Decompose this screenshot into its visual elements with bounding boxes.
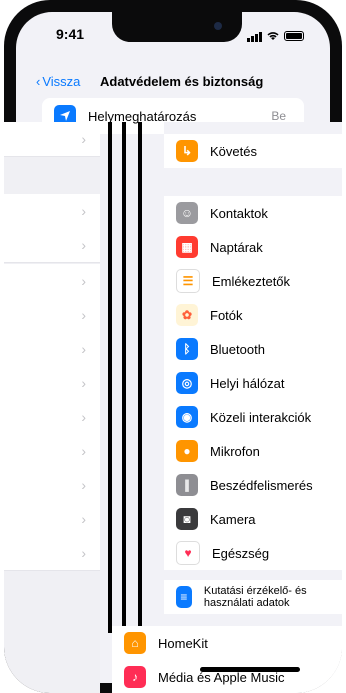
settings-list-bottom: ⌂ HomeKit ♪ Média és Apple Music [112,626,342,693]
ghost-row: › [4,332,100,367]
ghost-row: › [4,536,100,571]
nearby-icon: ◉ [176,406,198,428]
glitch-streak [108,122,112,633]
settings-row[interactable]: ◉ Közeli interakciók [164,400,342,434]
camera-icon: ◙ [176,508,198,530]
settings-list: ↳ Követés ☺ Kontaktok ▦ Naptárak ☰ Emlék… [164,122,342,693]
row-label: Kutatási érzékelő- és használati adatok [203,585,307,609]
settings-row[interactable]: ▦ Naptárak [164,230,342,264]
chevron-left-icon: ‹ [36,74,41,89]
row-label: Emlékeztetők [212,273,291,289]
settings-row[interactable]: ᛒ Bluetooth [164,332,342,366]
settings-row[interactable]: ◙ Kamera [164,502,342,536]
home-indicator [200,667,300,672]
navigation-bar: ‹ Vissza Adatvédelem és biztonság [16,70,330,94]
row-label: Kamera [210,511,256,527]
row-label: Közeli interakciók [210,409,312,425]
bluetooth-icon: ᛒ [176,338,198,360]
row-label: Követés [210,143,257,159]
ghost-list: › › › › › › › › › › › › [4,122,100,693]
ghost-row: › [4,468,100,503]
camera-dot [214,22,222,30]
speech-icon: ∥ [176,474,198,496]
clock: 9:41 [56,26,85,42]
signal-icon [247,31,262,42]
ghost-row: › [4,366,100,401]
settings-row[interactable]: ✿ Fotók [164,298,342,332]
row-label: Mikrofon [210,443,260,459]
settings-row[interactable]: ☰ Emlékeztetők [164,264,342,298]
location-services-value: Be [271,109,286,123]
page-title: Adatvédelem és biztonság [100,74,264,89]
glitch-streak [138,122,142,633]
settings-row[interactable]: ⌂ HomeKit [112,626,342,660]
ghost-row: › [4,228,100,263]
globe-icon: ◎ [176,372,198,394]
ghost-row: › [4,298,100,333]
ghost-row: › [4,400,100,435]
settings-row[interactable]: ♥ Egészség [164,536,342,570]
ghost-row: › [4,264,100,299]
row-label: Beszédfelismerés [210,477,313,493]
research-icon: ≡ [176,586,192,608]
contacts-icon: ☺ [176,202,198,224]
settings-row[interactable]: ≡ Kutatási érzékelő- és használati adato… [164,580,342,614]
notch [112,12,242,42]
ghost-row: › [4,194,100,229]
ghost-row: › [4,502,100,537]
settings-row[interactable]: ♪ Média és Apple Music [112,660,342,693]
calendar-icon: ▦ [176,236,198,258]
back-label: Vissza [42,74,81,89]
phone-frame: 9:41 ‹ Vissza Adatvédelem és biztonság H… [4,0,342,693]
homekit-icon: ⌂ [124,632,146,654]
battery-icon [284,31,304,41]
photos-icon: ✿ [176,304,198,326]
ghost-row: › [4,434,100,469]
ghost-row: › [4,122,100,157]
back-button[interactable]: ‹ Vissza [36,74,80,89]
follow-icon: ↳ [176,140,198,162]
microphone-icon: ● [176,440,198,462]
settings-row[interactable]: ☺ Kontaktok [164,196,342,230]
row-label: Egészség [212,545,270,561]
row-label: Naptárak [210,239,263,255]
settings-row[interactable]: ∥ Beszédfelismerés [164,468,342,502]
row-label: Kontaktok [210,205,268,221]
row-label: Helyi hálózat [210,375,285,391]
reminders-icon: ☰ [176,269,200,293]
row-label: Bluetooth [210,341,265,357]
wifi-icon [266,28,280,44]
health-icon: ♥ [176,541,200,565]
music-icon: ♪ [124,666,146,688]
glitch-streak [122,122,126,633]
settings-row[interactable]: ● Mikrofon [164,434,342,468]
row-label: Fotók [210,307,243,323]
row-label: HomeKit [158,635,208,651]
settings-row[interactable]: ◎ Helyi hálózat [164,366,342,400]
settings-row[interactable]: ↳ Követés [164,134,342,168]
